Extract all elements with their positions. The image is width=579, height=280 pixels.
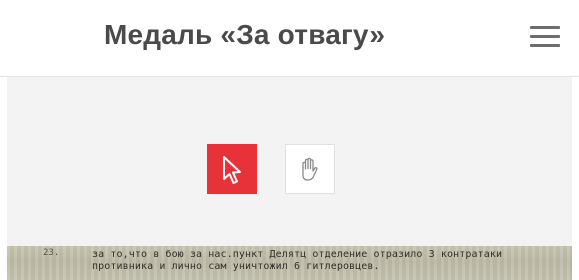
hamburger-menu-icon-bar xyxy=(530,35,560,38)
select-tool-button[interactable] xyxy=(207,144,257,194)
document-scan: 23. за то,что в бою за нас.пункт Делятц … xyxy=(7,246,572,280)
app-header: Медаль «За отвагу» xyxy=(0,0,579,77)
hamburger-menu-icon xyxy=(530,26,560,29)
document-text-line: за то,что в бою за нас.пункт Делятц отде… xyxy=(92,249,503,260)
hamburger-menu-icon-bar xyxy=(530,44,560,47)
hand-icon xyxy=(302,157,318,181)
document-viewer[interactable]: 23. за то,что в бою за нас.пункт Делятц … xyxy=(7,77,572,280)
pan-tool-button[interactable] xyxy=(285,144,335,194)
document-text-line: противника и лично сам уничтожил 6 гитле… xyxy=(92,261,380,272)
menu-button[interactable] xyxy=(528,22,564,52)
cursor-arrow-icon xyxy=(223,156,241,184)
page-title: Медаль «За отвагу» xyxy=(104,19,386,50)
document-item-number: 23. xyxy=(43,248,60,258)
